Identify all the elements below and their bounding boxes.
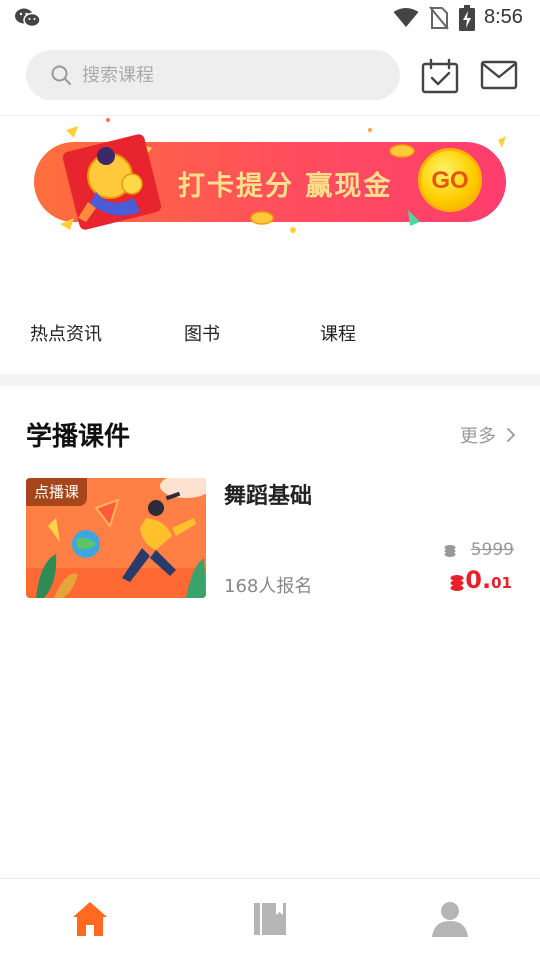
original-price: 5999 — [470, 540, 514, 560]
no-sim-icon — [429, 6, 449, 30]
current-price: 0.01 — [465, 566, 512, 594]
course-title[interactable]: 舞蹈基础 — [224, 478, 312, 510]
wifi-icon — [393, 8, 419, 27]
wechat-icon — [15, 8, 41, 28]
coin-icon — [444, 545, 456, 557]
search-icon — [51, 65, 71, 85]
tab-books[interactable]: 图书 — [184, 320, 220, 346]
promo-banner[interactable]: 打卡提分 赢现金 GO — [30, 118, 510, 240]
status-time: 8:56 — [484, 6, 523, 28]
status-bar: 8:56 — [0, 0, 540, 36]
calendar-check-icon[interactable] — [420, 58, 460, 94]
banner-text: 打卡提分 赢现金 — [178, 171, 393, 202]
bottom-navigation — [0, 878, 540, 960]
section-divider — [0, 374, 540, 386]
enroll-count: 168人报名 — [224, 576, 313, 597]
tab-hot-news[interactable]: 热点资讯 — [30, 320, 102, 346]
price-decimal: 01 — [491, 574, 512, 592]
section-title: 学播课件 — [26, 422, 131, 452]
more-link[interactable]: 更多 — [460, 422, 496, 448]
search-input[interactable] — [82, 50, 382, 100]
battery-charging-icon — [459, 5, 475, 31]
course-type-badge: 点播课 — [26, 478, 88, 506]
coin-icon — [450, 575, 464, 591]
course-card[interactable]: 点播课 舞蹈基础 168人报名 5999 0.01 — [26, 478, 516, 600]
home-icon[interactable] — [70, 899, 110, 939]
mail-icon[interactable] — [480, 58, 518, 92]
user-icon[interactable] — [430, 899, 470, 939]
go-label: GO — [431, 167, 469, 194]
book-icon[interactable] — [250, 899, 290, 939]
go-button[interactable]: GO — [418, 148, 482, 212]
top-header — [0, 36, 540, 116]
course-thumbnail[interactable]: 点播课 — [26, 478, 206, 598]
category-tabs: 热点资讯 图书 课程 — [0, 312, 540, 352]
price-main: 0. — [465, 566, 492, 594]
chevron-right-icon[interactable] — [505, 427, 517, 443]
search-bar[interactable] — [26, 50, 400, 100]
tab-courses[interactable]: 课程 — [320, 320, 356, 346]
